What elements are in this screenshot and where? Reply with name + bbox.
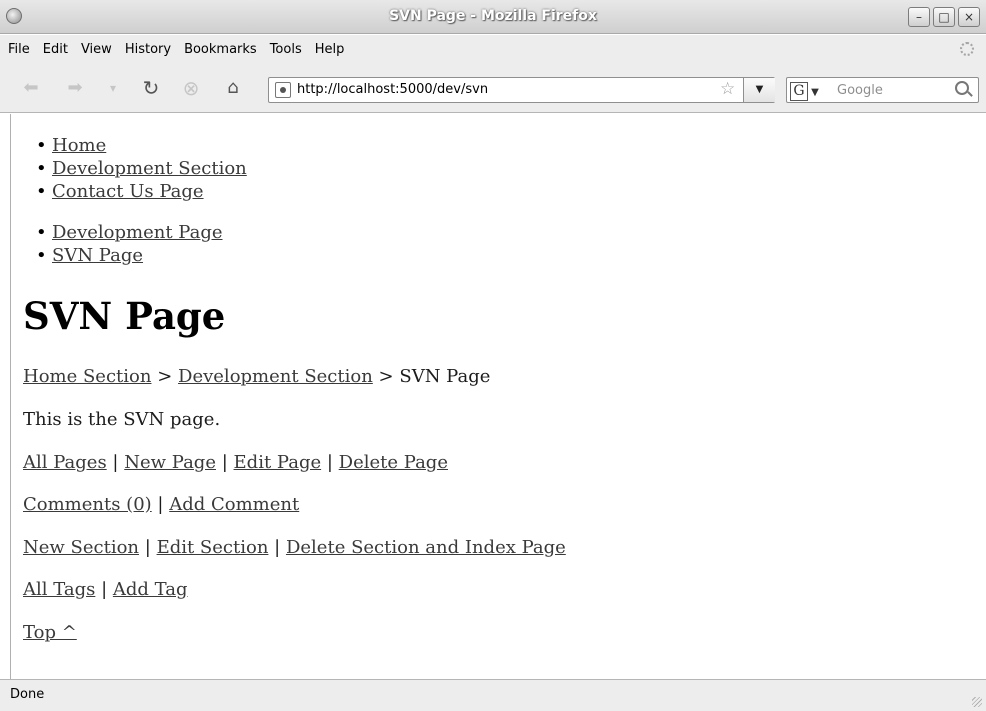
search-engine-selector[interactable]: G ▼ (790, 80, 834, 101)
nav-development-page-link[interactable]: Development Page (52, 222, 223, 243)
link-separator: | (221, 452, 228, 473)
delete-page-link[interactable]: Delete Page (339, 452, 448, 473)
forward-arrow-icon[interactable]: ➡ (64, 78, 86, 98)
menu-tools[interactable]: Tools (266, 42, 311, 57)
stop-icon[interactable]: ⊗ (180, 78, 202, 98)
top-link-row: Top ^ (23, 622, 77, 643)
add-comment-link[interactable]: Add Comment (169, 494, 299, 515)
window-title: SVN Page - Mozilla Firefox (389, 8, 597, 24)
delete-section-link[interactable]: Delete Section and Index Page (286, 537, 566, 558)
nav-development-section-link[interactable]: Development Section (52, 158, 247, 179)
window-titlebar: SVN Page - Mozilla Firefox – □ × (0, 0, 986, 34)
reload-icon[interactable]: ↻ (140, 78, 162, 98)
menu-edit[interactable]: Edit (39, 42, 77, 57)
nav-svn-page-link[interactable]: SVN Page (52, 245, 143, 266)
status-text: Done (10, 687, 45, 702)
breadcrumb-section-link[interactable]: Development Section (178, 366, 373, 387)
breadcrumb-separator: > (378, 366, 394, 387)
page-body-text: This is the SVN page. (23, 409, 221, 430)
all-tags-link[interactable]: All Tags (23, 579, 95, 600)
url-dropdown-icon[interactable]: ▼ (743, 78, 775, 102)
menu-history[interactable]: History (121, 42, 180, 57)
site-identity-icon[interactable] (275, 82, 291, 98)
link-separator: | (157, 494, 164, 515)
comment-actions: Comments (0) | Add Comment (23, 494, 299, 515)
new-section-link[interactable]: New Section (23, 537, 139, 558)
page-content: Home Development Section Contact Us Page… (10, 114, 986, 679)
edit-section-link[interactable]: Edit Section (157, 537, 269, 558)
search-input[interactable] (837, 80, 947, 100)
bookmark-star-icon[interactable]: ☆ (720, 79, 735, 99)
list-item: Development Page (36, 221, 223, 244)
nav-home-link[interactable]: Home (52, 135, 106, 156)
list-item: Development Section (36, 157, 247, 180)
edit-page-link[interactable]: Edit Page (234, 452, 322, 473)
breadcrumb-current: SVN Page (399, 366, 491, 387)
breadcrumb-separator: > (157, 366, 173, 387)
section-actions: New Section | Edit Section | Delete Sect… (23, 537, 566, 558)
home-icon[interactable]: ⌂ (222, 78, 244, 98)
link-separator: | (101, 579, 108, 600)
list-item: Contact Us Page (36, 180, 247, 203)
page-title: SVN Page (23, 294, 226, 338)
back-arrow-icon[interactable]: ⬅ (20, 78, 42, 98)
close-button[interactable]: × (958, 7, 980, 27)
menu-help[interactable]: Help (311, 42, 354, 57)
all-pages-link[interactable]: All Pages (23, 452, 107, 473)
link-separator: | (274, 537, 281, 558)
top-link[interactable]: Top ^ (23, 622, 77, 643)
main-nav-list: Home Development Section Contact Us Page (36, 134, 247, 203)
status-bar: Done (0, 679, 986, 711)
throbber-icon (960, 42, 974, 56)
add-tag-link[interactable]: Add Tag (113, 579, 188, 600)
breadcrumb: Home Section > Development Section > SVN… (23, 366, 490, 387)
chevron-down-icon: ▼ (808, 87, 819, 98)
list-item: Home (36, 134, 247, 157)
page-actions: All Pages | New Page | Edit Page | Delet… (23, 452, 448, 473)
menu-bar: File Edit View History Bookmarks Tools H… (0, 35, 986, 63)
menu-file[interactable]: File (4, 42, 39, 57)
breadcrumb-home-link[interactable]: Home Section (23, 366, 151, 387)
history-dropdown-icon[interactable]: ▾ (102, 78, 124, 98)
link-separator: | (144, 537, 151, 558)
new-page-link[interactable]: New Page (124, 452, 216, 473)
maximize-button[interactable]: □ (933, 7, 955, 27)
window-controls: – □ × (908, 7, 980, 27)
resize-grip-icon[interactable] (972, 697, 982, 707)
google-icon: G (790, 82, 808, 101)
link-separator: | (112, 452, 119, 473)
list-item: SVN Page (36, 244, 223, 267)
menu-bookmarks[interactable]: Bookmarks (180, 42, 266, 57)
nav-contact-us-link[interactable]: Contact Us Page (52, 181, 204, 202)
tag-actions: All Tags | Add Tag (23, 579, 188, 600)
search-icon[interactable] (955, 81, 969, 95)
menu-view[interactable]: View (77, 42, 121, 57)
comments-link[interactable]: Comments (0) (23, 494, 152, 515)
minimize-button[interactable]: – (908, 7, 930, 27)
link-separator: | (326, 452, 333, 473)
sub-nav-list: Development Page SVN Page (36, 221, 223, 267)
url-text[interactable]: http://localhost:5000/dev/svn (297, 82, 488, 97)
